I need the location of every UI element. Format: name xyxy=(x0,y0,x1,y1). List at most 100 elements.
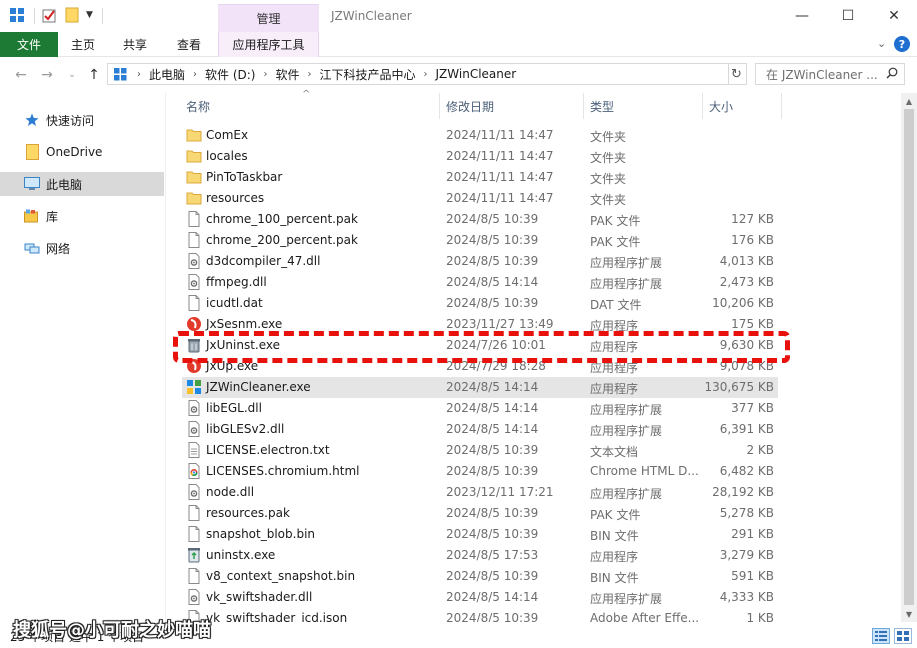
up-button[interactable]: ↑ xyxy=(85,65,103,85)
details-view-button[interactable] xyxy=(872,628,890,644)
file-type: 应用程序扩展 xyxy=(590,487,663,501)
file-type: 应用程序 xyxy=(590,319,639,333)
file-row[interactable]: libGLESv2.dll 2024/8/5 14:14 应用程序扩展 6,391 K… xyxy=(182,419,778,440)
file-type: DAT 文件 xyxy=(590,298,642,312)
nav-quick-access[interactable]: 快速访问 xyxy=(0,108,164,132)
file-date: 2024/8/5 14:14 xyxy=(446,590,539,604)
file-row[interactable]: d3dcompiler_47.dll 2024/8/5 10:39 应用程序扩展 4,… xyxy=(182,251,778,272)
file-row[interactable]: chrome_100_percent.pak 2024/8/5 10:39 PAK … xyxy=(182,209,778,230)
folder-icon xyxy=(24,144,40,160)
file-name: chrome_200_percent.pak xyxy=(206,233,358,247)
expand-ribbon-icon[interactable]: ⌄ xyxy=(877,37,886,50)
file-type: 文件夹 xyxy=(590,172,627,186)
file-size: 5,278 KB xyxy=(719,506,774,520)
nav-item-label: OneDrive xyxy=(46,145,103,159)
file-row[interactable]: JxSesnm.exe 2023/11/27 13:49 应用程序 175 KB xyxy=(182,314,778,335)
breadcrumb-software[interactable]: 软件 xyxy=(275,66,299,83)
column-divider[interactable] xyxy=(781,93,782,119)
file-row[interactable]: PinToTaskbar 2024/11/11 14:47 文件夹 xyxy=(182,167,778,188)
close-button[interactable]: ✕ xyxy=(871,0,917,32)
large-icons-view-button[interactable] xyxy=(894,628,912,644)
tab-file[interactable]: 文件 xyxy=(0,32,58,57)
file-name: d3dcompiler_47.dll xyxy=(206,254,321,268)
file-row[interactable]: icudtl.dat 2024/8/5 10:39 DAT 文件 10,206 KB xyxy=(182,293,778,314)
tab-home[interactable]: 主页 xyxy=(58,32,108,57)
file-row[interactable]: libEGL.dll 2024/8/5 14:14 应用程序扩展 377 KB xyxy=(182,398,778,419)
search-box[interactable]: 在 JZWinCleaner ... xyxy=(755,63,905,85)
breadcrumb-product-center[interactable]: 江下科技产品中心 xyxy=(320,66,416,83)
file-row[interactable]: ComEx 2024/11/11 14:47 文件夹 xyxy=(182,125,778,146)
file-type: 应用程序 xyxy=(590,382,639,396)
this-pc-icon xyxy=(114,67,127,81)
file-row[interactable]: JxUninst.exe 2024/7/26 10:01 应用程序 9,630 KB xyxy=(182,335,778,356)
file-row[interactable]: JxUp.exe 2024/7/29 18:28 应用程序 9,078 KB xyxy=(182,356,778,377)
file-type: 应用程序扩展 xyxy=(590,592,663,606)
file-size: 175 KB xyxy=(731,317,774,331)
file-row[interactable]: ffmpeg.dll 2024/8/5 14:14 应用程序扩展 2,473 KB xyxy=(182,272,778,293)
column-type[interactable]: 类型 xyxy=(584,93,702,119)
quick-access-divider-2 xyxy=(102,8,103,24)
help-icon[interactable]: ? xyxy=(894,36,910,52)
file-name: JxUp.exe xyxy=(206,359,259,373)
file-type: PAK 文件 xyxy=(590,508,641,522)
nav-network[interactable]: 网络 xyxy=(0,236,164,260)
nav-item-label: 网络 xyxy=(46,241,71,256)
forward-button[interactable]: → xyxy=(38,65,56,85)
file-type: 文件夹 xyxy=(590,193,627,207)
vertical-scrollbar[interactable]: ▲ ▼ xyxy=(901,93,917,622)
file-row[interactable]: chrome_200_percent.pak 2024/8/5 10:39 PAK … xyxy=(182,230,778,251)
nav-item-label: 此电脑 xyxy=(46,177,83,192)
file-row[interactable]: vk_swiftshader.dll 2024/8/5 14:14 应用程序扩展 4,… xyxy=(182,587,778,608)
file-icon xyxy=(186,295,202,311)
breadcrumb-this-pc[interactable]: 此电脑 xyxy=(149,66,185,83)
file-icon xyxy=(186,232,202,248)
file-row[interactable]: JZWinCleaner.exe 2024/8/5 14:14 应用程序 130,67… xyxy=(182,377,778,398)
scrollbar-thumb[interactable] xyxy=(904,109,914,605)
back-button[interactable]: ← xyxy=(12,65,30,85)
recent-locations-button[interactable]: ⌄ xyxy=(63,65,81,85)
file-date: 2024/8/5 10:39 xyxy=(446,296,539,310)
breadcrumb-drive-d[interactable]: 软件 (D:) xyxy=(205,66,255,83)
file-date: 2024/8/5 14:14 xyxy=(446,422,539,436)
file-size: 6,391 KB xyxy=(719,422,774,436)
file-row[interactable]: v8_context_snapshot.bin 2024/8/5 10:39 BIN… xyxy=(182,566,778,587)
tab-share[interactable]: 共享 xyxy=(110,32,160,57)
file-row[interactable]: resources.pak 2024/8/5 10:39 PAK 文件 5,278 K… xyxy=(182,503,778,524)
file-name: LICENSES.chromium.html xyxy=(206,464,360,478)
customize-quick-access-arrow[interactable]: ▼ xyxy=(86,10,93,20)
file-row[interactable]: snapshot_blob.bin 2024/8/5 10:39 BIN 文件 291… xyxy=(182,524,778,545)
file-name: resources xyxy=(206,191,265,205)
nav-this-pc[interactable]: 此电脑 xyxy=(0,172,164,196)
library-icon xyxy=(24,208,40,224)
network-icon xyxy=(24,240,40,256)
maximize-button[interactable]: ☐ xyxy=(825,0,871,32)
file-row[interactable]: LICENSES.chromium.html 2024/8/5 10:39 Chro… xyxy=(182,461,778,482)
properties-icon[interactable] xyxy=(40,6,58,24)
tab-application-tools[interactable]: 应用程序工具 xyxy=(218,32,319,57)
new-folder-icon[interactable] xyxy=(63,6,81,24)
file-size: 4,013 KB xyxy=(719,254,774,268)
file-size: 130,675 KB xyxy=(704,380,774,394)
file-row[interactable]: locales 2024/11/11 14:47 文件夹 xyxy=(182,146,778,167)
nav-libraries[interactable]: 库 xyxy=(0,204,164,228)
column-date[interactable]: 修改日期 xyxy=(440,93,583,119)
file-row[interactable]: LICENSE.electron.txt 2024/8/5 10:39 文本文档 2 … xyxy=(182,440,778,461)
file-row[interactable]: uninstx.exe 2024/8/5 17:53 应用程序 3,279 KB xyxy=(182,545,778,566)
address-bar[interactable]: › 此电脑 › 软件 (D:) › 软件 › 江下科技产品中心 › JZWinC… xyxy=(107,63,830,85)
folder-icon xyxy=(186,169,202,185)
column-size[interactable]: 大小 xyxy=(703,93,781,119)
file-date: 2024/8/5 10:39 xyxy=(446,212,539,226)
file-row[interactable]: node.dll 2023/12/11 17:21 应用程序扩展 28,192 KB xyxy=(182,482,778,503)
scroll-down-arrow[interactable]: ▼ xyxy=(901,606,917,622)
file-row[interactable]: resources 2024/11/11 14:47 文件夹 xyxy=(182,188,778,209)
tab-view[interactable]: 查看 xyxy=(164,32,214,57)
file-size: 6,482 KB xyxy=(719,464,774,478)
scroll-up-arrow[interactable]: ▲ xyxy=(901,93,917,109)
explorer-icon[interactable] xyxy=(8,6,26,24)
dll-icon xyxy=(186,253,202,269)
breadcrumb-jzwincleaner[interactable]: JZWinCleaner xyxy=(436,67,517,81)
minimize-button[interactable]: — xyxy=(779,0,825,32)
column-name[interactable]: 名称 xyxy=(180,93,439,119)
refresh-button[interactable]: ↻ xyxy=(727,63,747,85)
nav-onedrive[interactable]: OneDrive xyxy=(0,140,164,164)
